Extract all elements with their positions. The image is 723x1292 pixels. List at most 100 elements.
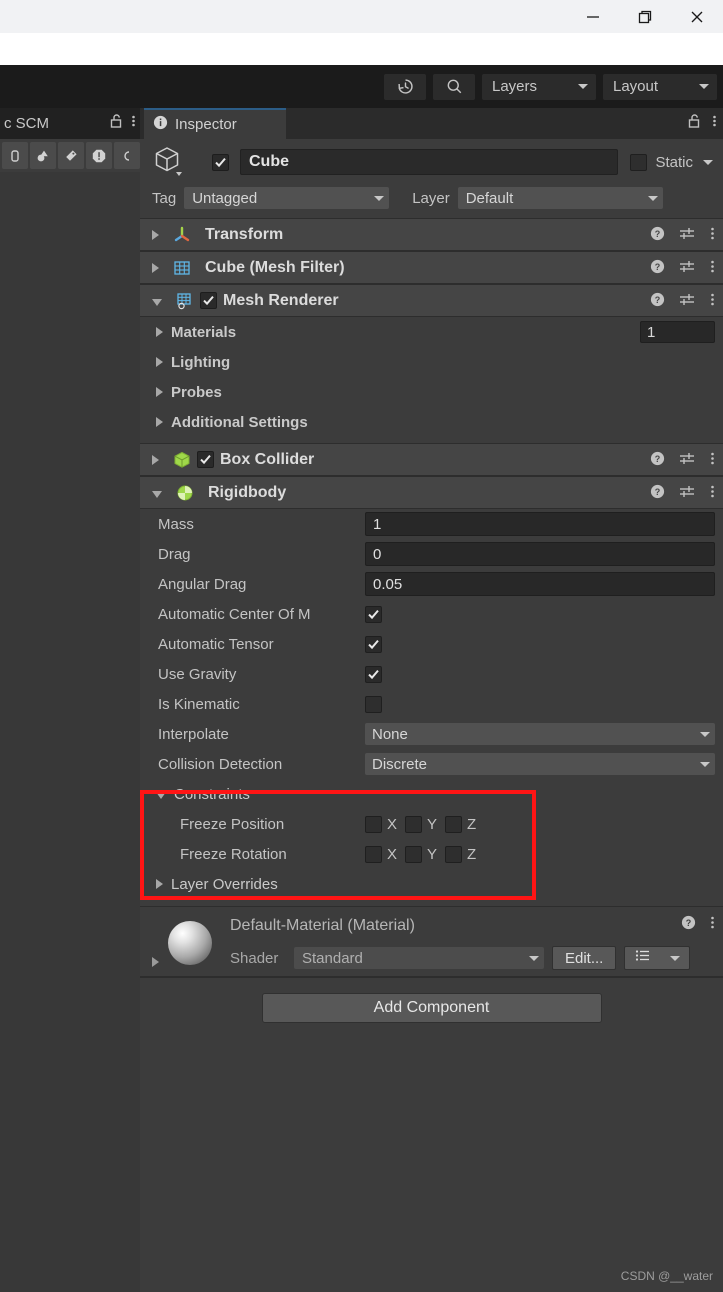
use-gravity-checkbox[interactable]	[365, 665, 382, 683]
foldout-arrow-icon[interactable]	[156, 792, 166, 799]
foldout-arrow-icon[interactable]	[152, 957, 159, 967]
transform-icon	[167, 225, 197, 245]
freeze-position-y-checkbox[interactable]	[405, 815, 423, 833]
kebab-menu-icon[interactable]	[710, 292, 715, 312]
is-kinematic-checkbox[interactable]	[365, 695, 382, 713]
is-kinematic-label: Is Kinematic	[158, 695, 240, 713]
layer-label: Layer	[412, 189, 450, 207]
constraints-label: Constraints	[174, 785, 250, 803]
freeze-rotation-y-checkbox[interactable]	[405, 845, 423, 863]
freeze-rotation-x-checkbox[interactable]	[365, 845, 382, 863]
lock-open-icon[interactable]	[109, 113, 123, 134]
component-header-mesh-renderer[interactable]: Mesh Renderer ?	[140, 284, 723, 317]
mass-input[interactable]: 1	[365, 512, 715, 536]
preset-settings-icon[interactable]	[679, 259, 696, 279]
foldout-arrow-icon[interactable]	[152, 454, 159, 465]
foldout-arrow-icon[interactable]	[152, 262, 159, 273]
axis-y-label: Y	[427, 815, 438, 833]
component-enabled-checkbox[interactable]	[200, 292, 217, 309]
kebab-menu-icon[interactable]	[710, 451, 715, 471]
static-checkbox[interactable]	[630, 153, 648, 171]
chevron-down-icon[interactable]	[703, 159, 713, 165]
component-title: Mesh Renderer	[223, 291, 339, 309]
angular-drag-input[interactable]: 0.05	[365, 572, 715, 596]
component-header-mesh-filter[interactable]: Cube (Mesh Filter) ?	[140, 251, 723, 284]
preset-settings-icon[interactable]	[679, 292, 696, 312]
left-toolbar-warning-icon[interactable]	[86, 142, 112, 169]
layout-dropdown[interactable]: Layout	[603, 73, 717, 100]
window-restore-button[interactable]	[619, 0, 671, 33]
history-icon[interactable]	[384, 73, 426, 100]
inspector-body: Cube Static Tag Untagged Layer Default T…	[140, 139, 723, 1292]
left-toolbar-icon-5[interactable]	[114, 142, 140, 169]
preset-settings-icon[interactable]	[679, 484, 696, 504]
rigidbody-auto-tensor-row: Automatic Tensor	[140, 629, 723, 659]
kebab-menu-icon[interactable]	[710, 915, 715, 935]
kebab-menu-icon[interactable]	[710, 226, 715, 246]
shader-dropdown[interactable]: Standard	[294, 947, 544, 969]
mesh-renderer-lighting-row[interactable]: Lighting	[140, 347, 723, 377]
foldout-arrow-icon[interactable]	[152, 229, 159, 240]
materials-count-field[interactable]: 1	[640, 321, 715, 343]
gameobject-name-input[interactable]: Cube	[240, 149, 619, 175]
kebab-menu-icon[interactable]	[712, 113, 717, 134]
layer-overrides-row[interactable]: Layer Overrides	[140, 869, 723, 899]
foldout-arrow-icon[interactable]	[156, 879, 163, 889]
window-close-button[interactable]	[671, 0, 723, 33]
foldout-arrow-icon[interactable]	[152, 298, 162, 306]
freeze-position-label: Freeze Position	[180, 815, 285, 833]
foldout-arrow-icon[interactable]	[152, 490, 162, 498]
automatic-tensor-checkbox[interactable]	[365, 635, 382, 653]
constraints-foldout-row[interactable]: Constraints	[140, 779, 723, 809]
kebab-menu-icon[interactable]	[710, 484, 715, 504]
drag-label: Drag	[158, 545, 191, 563]
component-enabled-checkbox[interactable]	[197, 451, 214, 468]
left-toolbar-icon-2[interactable]	[30, 142, 56, 169]
left-panel-tab-label[interactable]: c SCM	[4, 115, 49, 132]
help-icon[interactable]: ?	[681, 915, 696, 935]
add-component-button[interactable]: Add Component	[261, 993, 602, 1023]
component-header-transform[interactable]: Transform ?	[140, 218, 723, 251]
mesh-renderer-probes-row[interactable]: Probes	[140, 377, 723, 407]
material-preset-button[interactable]	[624, 946, 691, 970]
edit-shader-button[interactable]: Edit...	[552, 946, 617, 970]
kebab-menu-icon[interactable]	[710, 259, 715, 279]
preset-settings-icon[interactable]	[679, 451, 696, 471]
foldout-arrow-icon[interactable]	[156, 387, 163, 397]
left-toolbar-icon-1[interactable]	[2, 142, 28, 169]
tag-dropdown[interactable]: Untagged	[184, 187, 390, 209]
foldout-arrow-icon[interactable]	[156, 327, 163, 337]
left-toolbar-tag-icon[interactable]	[58, 142, 84, 169]
freeze-position-x-checkbox[interactable]	[365, 815, 382, 833]
foldout-arrow-icon[interactable]	[156, 357, 163, 367]
help-icon[interactable]: ?	[650, 226, 665, 246]
foldout-arrow-icon[interactable]	[156, 417, 163, 427]
lock-open-icon[interactable]	[687, 113, 701, 134]
interpolate-value: None	[372, 725, 408, 743]
automatic-center-of-mass-checkbox[interactable]	[365, 605, 382, 623]
mesh-renderer-additional-settings-row[interactable]: Additional Settings	[140, 407, 723, 437]
window-minimize-button[interactable]	[567, 0, 619, 33]
cube-icon[interactable]	[152, 144, 192, 180]
help-icon[interactable]: ?	[650, 259, 665, 279]
help-icon[interactable]: ?	[650, 292, 665, 312]
kebab-menu-icon[interactable]	[131, 113, 136, 134]
svg-text:?: ?	[655, 487, 661, 497]
search-icon[interactable]	[433, 73, 475, 100]
component-header-box-collider[interactable]: Box Collider ?	[140, 443, 723, 476]
help-icon[interactable]: ?	[650, 451, 665, 471]
gameobject-enabled-checkbox[interactable]	[212, 153, 229, 171]
interpolate-dropdown[interactable]: None	[365, 723, 715, 745]
collision-detection-dropdown[interactable]: Discrete	[365, 753, 715, 775]
freeze-rotation-z-checkbox[interactable]	[445, 845, 463, 863]
layer-dropdown[interactable]: Default	[457, 187, 663, 209]
collision-detection-value: Discrete	[372, 755, 428, 773]
tab-inspector[interactable]: Inspector	[144, 108, 286, 139]
component-header-rigidbody[interactable]: Rigidbody ?	[140, 476, 723, 509]
mesh-renderer-materials-row[interactable]: Materials 1	[140, 317, 723, 347]
preset-settings-icon[interactable]	[679, 226, 696, 246]
help-icon[interactable]: ?	[650, 484, 665, 504]
freeze-position-z-checkbox[interactable]	[445, 815, 463, 833]
layers-dropdown[interactable]: Layers	[482, 73, 596, 100]
drag-input[interactable]: 0	[365, 542, 715, 566]
